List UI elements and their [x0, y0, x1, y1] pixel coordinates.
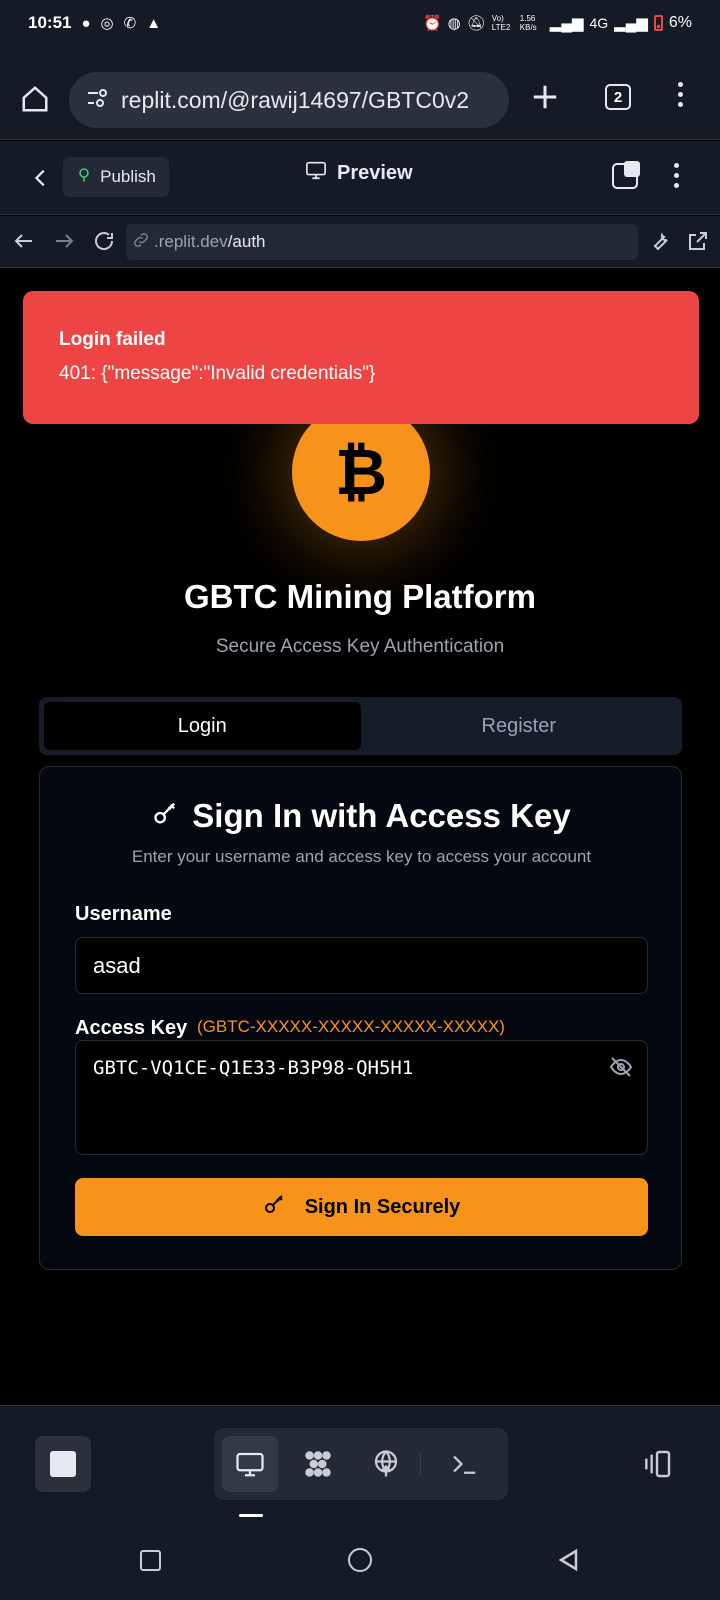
missed-call-icon: ✆: [123, 15, 137, 32]
deploy-tool-button[interactable]: [358, 1436, 414, 1492]
publish-button[interactable]: Publish: [63, 157, 169, 197]
sign-in-label: Sign In Securely: [304, 1195, 461, 1218]
whatsapp-icon: ◎: [100, 15, 114, 32]
network-type: 4G: [589, 15, 609, 31]
shell-tool-button[interactable]: [436, 1436, 492, 1492]
login-card: Sign In with Access Key Enter your usern…: [39, 766, 682, 1270]
signal-icon-2: ▂▄▆: [614, 15, 648, 32]
reload-icon[interactable]: [92, 228, 116, 259]
site-settings-icon[interactable]: [85, 86, 109, 115]
battery-percent: 6%: [668, 14, 692, 31]
bitcoin-icon: ₿: [334, 436, 388, 508]
pane-toggle-icon[interactable]: [612, 161, 640, 189]
preview-label: Preview: [337, 161, 413, 184]
active-tool-indicator: [239, 1514, 263, 1517]
home-icon[interactable]: [20, 84, 50, 119]
browser-toolbar: replit.com/@rawij14697/GBTC0v2 2: [0, 46, 720, 140]
preview-tab[interactable]: Preview: [305, 159, 413, 187]
error-toast[interactable]: Login failed 401: {"message":"Invalid cr…: [23, 291, 699, 424]
preview-domain: .replit.dev: [154, 232, 228, 251]
stop-button[interactable]: [35, 1436, 91, 1492]
home-nav-icon[interactable]: [344, 1544, 376, 1576]
terminal-icon: [453, 1455, 476, 1474]
back-nav-icon[interactable]: [552, 1544, 584, 1576]
split-pane-icon[interactable]: [640, 1448, 674, 1485]
access-key-value: GBTC-VQ1CE-Q1E33-B3P98-QH5H1: [93, 1057, 414, 1079]
tab-login[interactable]: Login: [44, 702, 361, 750]
net-speed: 1.56 KB/s: [519, 14, 537, 32]
key-icon: [152, 797, 180, 835]
replit-menu-icon[interactable]: [674, 163, 679, 188]
access-key-format-hint: (GBTC-XXXXX-XXXXX-XXXXX-XXXXX): [197, 1017, 505, 1036]
replit-header: Publish Preview: [0, 141, 720, 215]
tool-divider: [420, 1452, 421, 1476]
android-nav-bar: [0, 1522, 720, 1600]
username-label: Username: [75, 903, 172, 925]
card-title-text: Sign In with Access Key: [192, 797, 571, 834]
key-icon-button: [263, 1192, 287, 1222]
data-saver-icon: ◍: [447, 15, 461, 32]
browser-menu-icon[interactable]: [678, 82, 683, 107]
toast-message: 401: {"message":"Invalid credentials"}: [59, 363, 376, 384]
agent-tool-button[interactable]: [290, 1436, 346, 1492]
preview-address-row: .replit.dev/auth: [0, 216, 720, 268]
devtools-wrench-icon[interactable]: [648, 228, 672, 259]
url-text: replit.com/@rawij14697/GBTC0v2: [121, 86, 470, 113]
publish-label: Publish: [100, 167, 156, 186]
tab-register[interactable]: Register: [361, 702, 678, 750]
volte-indicator: Vo) LTE2: [491, 14, 511, 32]
card-description: Enter your username and access key to ac…: [131, 847, 592, 866]
mute-icon: 🔕︎: [466, 15, 486, 32]
monitor-icon: [305, 159, 327, 187]
access-key-label: Access Key: [75, 1017, 188, 1039]
access-key-field[interactable]: GBTC-VQ1CE-Q1E33-B3P98-QH5H1: [75, 1040, 648, 1155]
alarm-icon: ⏰: [422, 15, 442, 32]
stop-icon: [50, 1451, 76, 1477]
card-title: Sign In with Access Key: [40, 797, 683, 835]
toast-title: Login failed: [59, 329, 166, 350]
eye-off-icon[interactable]: [609, 1055, 633, 1084]
replit-bottom-toolbar: [0, 1405, 720, 1522]
page-subtitle: Secure Access Key Authentication: [215, 636, 505, 657]
publish-icon: [76, 166, 92, 189]
sign-in-button[interactable]: Sign In Securely: [75, 1178, 648, 1236]
auth-tabs: Login Register: [39, 697, 682, 755]
forward-arrow-icon[interactable]: [52, 229, 76, 258]
agent-icon: [305, 1451, 331, 1477]
status-bar: 10:51 ● ◎ ✆ ▲ ⏰ ◍ 🔕︎ Vo) LTE2 1.56 KB/s …: [0, 0, 720, 46]
back-chevron-icon[interactable]: [30, 165, 52, 196]
monitor-tool-icon: [236, 1452, 264, 1477]
page-title: GBTC Mining Platform: [184, 578, 536, 615]
recents-icon[interactable]: [134, 1544, 166, 1576]
warning-icon: ▲: [146, 14, 162, 32]
link-icon: [132, 231, 150, 254]
preview-path: /auth: [227, 232, 266, 251]
back-arrow-icon[interactable]: [12, 229, 36, 258]
globe-upload-icon: [374, 1450, 398, 1477]
tab-switcher-button[interactable]: 2: [605, 84, 631, 110]
preview-url-field[interactable]: .replit.dev/auth: [126, 224, 638, 260]
open-external-icon[interactable]: [686, 228, 710, 259]
username-field[interactable]: asad: [75, 937, 648, 994]
signal-icon: ▂▄▆: [549, 15, 584, 32]
battery-icon: [653, 15, 663, 31]
preview-tool-button[interactable]: [222, 1436, 278, 1492]
tool-switcher: [214, 1428, 508, 1500]
url-bar[interactable]: replit.com/@rawij14697/GBTC0v2: [69, 72, 509, 128]
chat-bubble-icon: ●: [81, 14, 91, 32]
tab-count: 2: [613, 88, 623, 106]
new-tab-icon[interactable]: [530, 82, 560, 117]
clock: 10:51: [28, 13, 72, 32]
